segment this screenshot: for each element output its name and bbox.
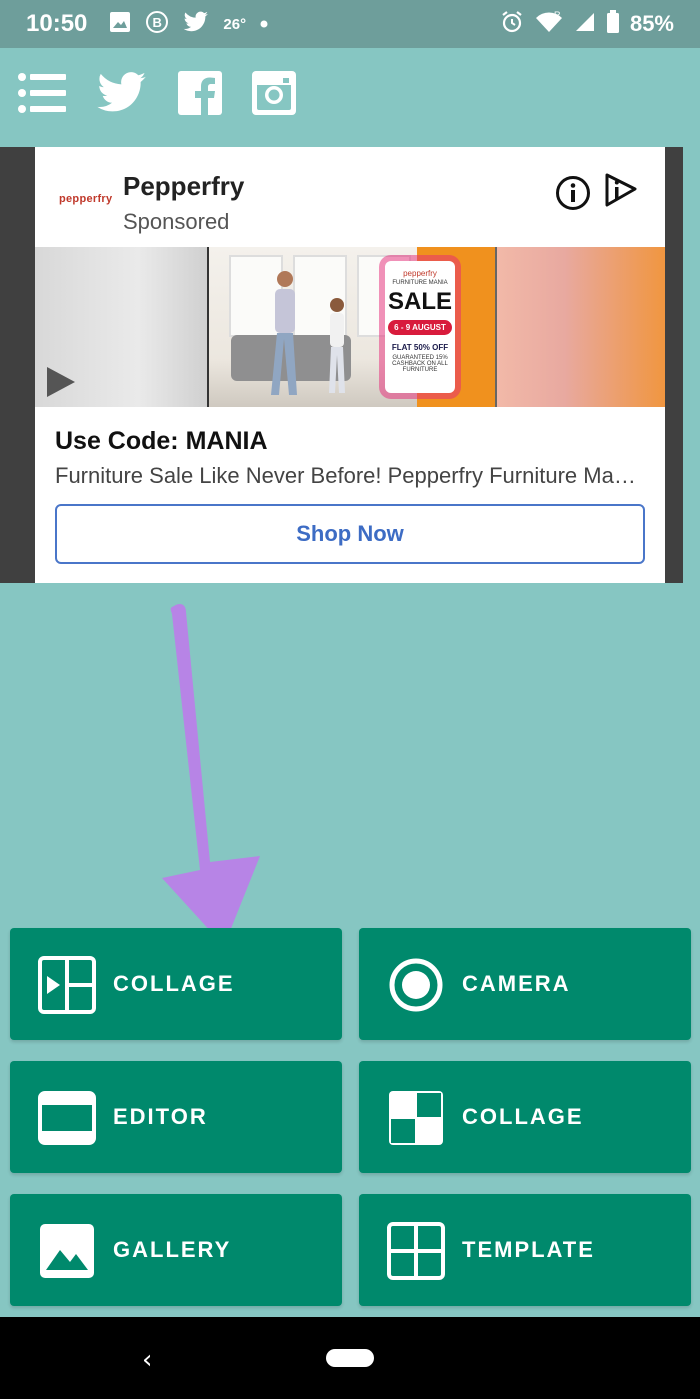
ad-media[interactable]: pepperfry FURNITURE MANIA SALE 6 - 9 AUG…	[35, 247, 665, 407]
system-nav-bar: ‹	[0, 1317, 700, 1399]
instagram-icon[interactable]	[252, 71, 296, 115]
alarm-icon	[500, 10, 524, 39]
image-icon	[109, 11, 131, 38]
battery-icon	[606, 9, 620, 39]
button-label: GALLERY	[113, 1237, 232, 1262]
arrow-annotation	[162, 604, 260, 946]
editor-button[interactable]: EDITOR	[10, 1061, 342, 1173]
ad-header: pepperfry Pepperfry Sponsored	[35, 147, 665, 245]
facebook-icon[interactable]	[178, 71, 222, 115]
home-pill-icon[interactable]	[326, 1349, 374, 1367]
ad-sponsored-label: Sponsored	[123, 209, 230, 234]
ad-card[interactable]: pepperfry Pepperfry Sponsored pepperfry …	[35, 147, 665, 583]
collage-grid-icon	[389, 1091, 443, 1145]
status-bar: 10:50 B 26° R 85%	[0, 0, 700, 48]
button-label: COLLAGE	[113, 971, 235, 996]
ad-description: Furniture Sale Like Never Before! Pepper…	[55, 463, 645, 488]
child-image	[329, 298, 345, 393]
sale-offer: FLAT 50% OFF	[391, 343, 449, 352]
sale-subtitle: FURNITURE MANIA	[392, 280, 448, 286]
top-toolbar	[0, 48, 700, 138]
button-label: TEMPLATE	[462, 1237, 595, 1262]
camera-icon	[389, 958, 443, 1012]
sale-dates: 6 - 9 AUGUST	[388, 320, 452, 335]
ad-brand[interactable]: Pepperfry	[123, 171, 244, 202]
template-button[interactable]: TEMPLATE	[359, 1194, 691, 1306]
svg-text:R: R	[554, 10, 561, 20]
media-carousel-right	[495, 247, 665, 407]
gallery-button[interactable]: GALLERY	[10, 1194, 342, 1306]
twitter-icon	[183, 11, 209, 38]
sale-banner-card: pepperfry FURNITURE MANIA SALE 6 - 9 AUG…	[385, 261, 455, 393]
status-time: 10:50	[26, 10, 88, 37]
camera-button[interactable]: CAMERA	[359, 928, 691, 1040]
battery-percent: 85%	[629, 11, 674, 36]
twitter-icon[interactable]	[96, 71, 148, 115]
ad-logo: pepperfry	[59, 193, 113, 205]
menu-icon[interactable]	[18, 73, 66, 113]
sale-brand: pepperfry	[403, 269, 437, 278]
adchoices-icon[interactable]	[603, 173, 639, 214]
button-label: CAMERA	[462, 971, 571, 996]
wifi-icon: R	[534, 10, 564, 39]
template-icon	[387, 1222, 445, 1280]
sale-headline: SALE	[387, 288, 452, 315]
gallery-icon	[40, 1224, 94, 1278]
play-icon[interactable]	[47, 367, 75, 397]
person-image	[271, 271, 297, 395]
status-temperature: 26°	[223, 15, 247, 33]
svg-text:B: B	[153, 15, 162, 30]
editor-icon	[38, 1091, 96, 1145]
collage-grid-button[interactable]: COLLAGE	[359, 1061, 691, 1173]
dot-icon	[260, 15, 268, 33]
ad-headline: Use Code: MANIA	[55, 427, 268, 455]
back-icon[interactable]: ‹	[142, 1345, 152, 1375]
collage-video-icon	[38, 956, 96, 1014]
button-label: COLLAGE	[462, 1104, 584, 1129]
signal-icon	[574, 11, 596, 38]
shop-now-button[interactable]: Shop Now	[55, 504, 645, 564]
b-icon: B	[145, 10, 169, 39]
collage-button[interactable]: COLLAGE	[10, 928, 342, 1040]
sale-cashback: GUARANTEED 15% CASHBACK ON ALL FURNITURE	[392, 355, 448, 373]
button-label: EDITOR	[113, 1104, 208, 1129]
info-icon[interactable]	[555, 175, 591, 216]
